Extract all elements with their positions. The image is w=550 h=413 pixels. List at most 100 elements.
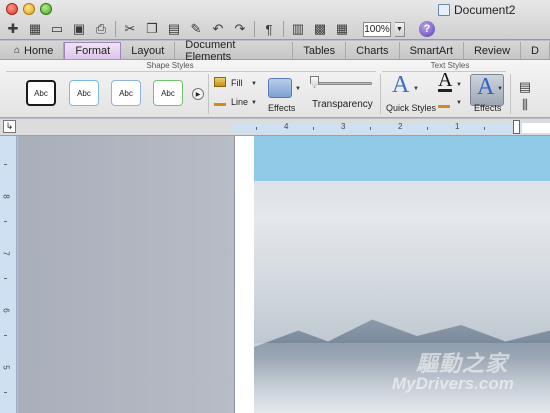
shape-effects-dropdown-arrow[interactable]: ▼ — [295, 86, 301, 92]
media-browser-icon[interactable]: ▩ — [311, 20, 329, 38]
ruler-tick — [4, 392, 7, 393]
cut-icon[interactable]: ✂ — [121, 20, 139, 38]
ruler-number: 1 — [455, 122, 460, 131]
copy-icon[interactable]: ❐ — [143, 20, 161, 38]
shape-style-swatch[interactable]: Abc — [26, 80, 56, 106]
ribbon-body: Shape Styles Text Styles Abc Abc Abc Abc… — [0, 60, 550, 118]
ribbon-tabs: ⌂ Home Format Layout Document Elements Ta… — [0, 39, 550, 63]
document-icon — [438, 4, 450, 16]
quick-styles-dropdown-arrow[interactable]: ▼ — [413, 86, 419, 92]
ruler-tick — [4, 278, 7, 279]
home-icon: ⌂ — [14, 45, 21, 56]
shape-styles-next-arrow[interactable]: ▶ — [192, 88, 204, 100]
watermark-url: MyDrivers.com — [392, 374, 514, 393]
fill-dropdown-arrow[interactable]: ▼ — [251, 81, 257, 87]
shape-style-swatch[interactable]: Abc — [153, 80, 183, 106]
ruler-tick — [484, 127, 485, 130]
zoom-dropdown-arrow[interactable]: ▼ — [395, 21, 405, 37]
toolbar-divider — [254, 21, 255, 37]
tab-overflow[interactable]: D — [521, 42, 550, 59]
zoom-window-button[interactable] — [40, 3, 52, 15]
group-divider — [6, 71, 376, 72]
transparency-slider-track[interactable] — [312, 82, 372, 85]
ruler-tick — [427, 127, 428, 130]
shape-styles-group-label: Shape Styles — [146, 61, 194, 70]
line-label[interactable]: Line — [231, 97, 248, 107]
ruler-tick — [370, 127, 371, 130]
text-effects-dropdown-arrow[interactable]: ▼ — [497, 86, 503, 92]
standard-toolbar: ✚ ▦ ▭ ▣ ⎙ ✂ ❐ ▤ ✎ ↶ ↷ ¶ ▥ ▩ ▦ 100% ▼ ? — [0, 18, 550, 40]
page-margin — [234, 136, 254, 413]
quick-styles-icon[interactable]: A — [392, 72, 409, 99]
save-icon[interactable]: ▣ — [70, 20, 88, 38]
transparency-slider-knob[interactable] — [310, 76, 319, 88]
open-folder-icon[interactable]: ▭ — [48, 20, 66, 38]
fill-label[interactable]: Fill — [231, 78, 243, 88]
group-divider — [510, 74, 511, 114]
line-pen-icon[interactable] — [214, 96, 226, 106]
text-line-icon[interactable] — [438, 98, 450, 108]
close-window-button[interactable] — [6, 3, 18, 15]
print-icon[interactable]: ⎙ — [92, 20, 110, 38]
ruler-tick — [256, 127, 257, 130]
new-document-icon[interactable]: ✚ — [4, 20, 22, 38]
toolbar-divider — [115, 21, 116, 37]
shape-effects-icon[interactable] — [268, 78, 292, 98]
ruler-tick — [4, 335, 7, 336]
text-line-dropdown-arrow[interactable]: ▼ — [456, 100, 462, 106]
minimize-window-button[interactable] — [23, 3, 35, 15]
tab-review[interactable]: Review — [464, 42, 522, 59]
tab-format[interactable]: Format — [64, 42, 122, 59]
fill-bucket-icon[interactable] — [214, 77, 226, 87]
window-title-text: Document2 — [454, 3, 516, 17]
shape-effects-label[interactable]: Effects — [268, 103, 295, 113]
ruler-tick — [4, 164, 7, 165]
align-icon[interactable]: ⫼ — [516, 96, 534, 114]
undo-icon[interactable]: ↶ — [209, 20, 227, 38]
window-title: Document2 — [438, 3, 515, 17]
horizontal-ruler[interactable]: ↳ 4 3 2 1 — [0, 119, 550, 136]
tab-document-elements[interactable]: Document Elements — [175, 39, 294, 63]
text-fill-dropdown-arrow[interactable]: ▼ — [456, 82, 462, 88]
ruler-number: 3 — [341, 122, 346, 131]
help-icon[interactable]: ? — [419, 21, 435, 37]
pilcrow-icon[interactable]: ¶ — [260, 20, 278, 38]
toolbox-icon[interactable]: ▦ — [333, 20, 351, 38]
hero-color-band — [254, 136, 550, 181]
ruler-number: 8 — [1, 194, 11, 199]
shape-style-swatch[interactable]: Abc — [69, 80, 99, 106]
ruler-tick — [313, 127, 314, 130]
text-effects-label[interactable]: Effects — [474, 103, 501, 113]
format-painter-icon[interactable]: ✎ — [187, 20, 205, 38]
ruler-number: 2 — [398, 122, 403, 131]
sidebar-icon[interactable]: ▥ — [289, 20, 307, 38]
tab-home[interactable]: ⌂ Home — [4, 42, 65, 59]
ruler-number: 6 — [1, 308, 11, 313]
quick-styles-label[interactable]: Quick Styles — [386, 103, 436, 113]
group-divider — [208, 74, 209, 114]
arrange-icon[interactable]: ▤ — [516, 78, 534, 96]
gallery-icon[interactable]: ▦ — [26, 20, 44, 38]
page-left-panel — [18, 136, 234, 413]
tab-smartart[interactable]: SmartArt — [400, 42, 464, 59]
paste-icon[interactable]: ▤ — [165, 20, 183, 38]
tab-tables[interactable]: Tables — [293, 42, 347, 59]
line-dropdown-arrow[interactable]: ▼ — [251, 100, 257, 106]
group-divider — [380, 74, 381, 114]
ruler-number: 7 — [1, 251, 11, 256]
transparency-label: Transparency — [312, 99, 373, 110]
tab-charts[interactable]: Charts — [346, 42, 400, 59]
tab-stop-selector[interactable]: ↳ — [3, 120, 16, 133]
shape-style-swatch[interactable]: Abc — [111, 80, 141, 106]
zoom-field[interactable]: 100% — [363, 21, 391, 37]
toolbar-divider — [283, 21, 284, 37]
ruler-number: 4 — [284, 122, 289, 131]
tab-layout[interactable]: Layout — [121, 42, 176, 59]
indent-marker[interactable] — [513, 120, 520, 134]
vertical-ruler[interactable]: 8 7 6 5 — [0, 136, 17, 413]
text-fill-icon[interactable]: A — [438, 70, 453, 92]
redo-icon[interactable]: ↷ — [231, 20, 249, 38]
ruler-number: 5 — [1, 365, 11, 370]
ruler-margin-area — [232, 123, 522, 133]
ruler-tick — [4, 221, 7, 222]
